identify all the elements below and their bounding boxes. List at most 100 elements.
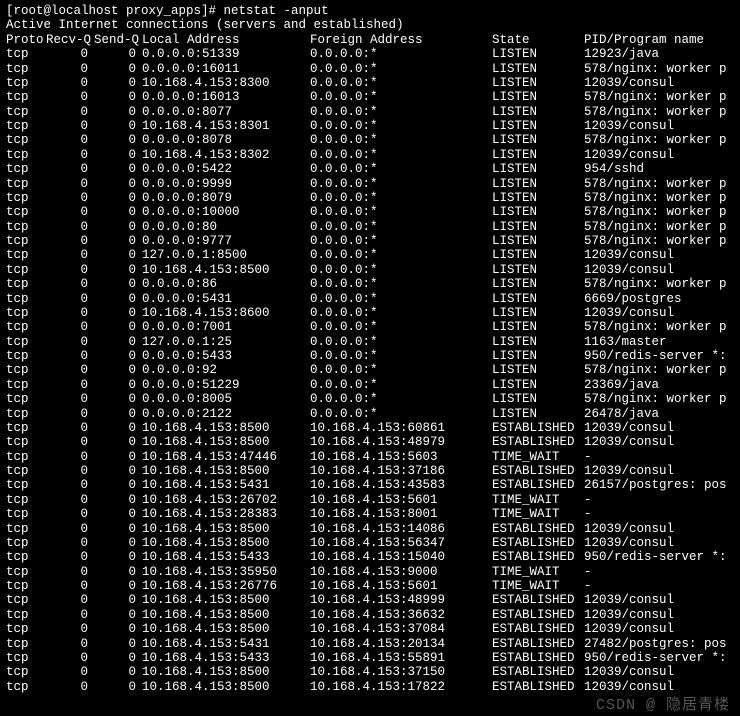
cell-state: LISTEN	[492, 148, 584, 162]
cell-recvq: 0	[46, 435, 94, 449]
table-row: tcp0010.168.4.153:850010.168.4.153:37150…	[6, 665, 734, 679]
table-row: tcp0010.168.4.153:543310.168.4.153:15040…	[6, 550, 734, 564]
cell-pid: 950/redis-server *:	[584, 550, 734, 564]
table-row: tcp000.0.0.0:97770.0.0.0:*LISTEN578/ngin…	[6, 234, 734, 248]
cell-sendq: 0	[94, 522, 142, 536]
cell-local: 0.0.0.0:51339	[142, 47, 310, 61]
cell-pid: 12039/consul	[584, 263, 734, 277]
table-row: tcp0010.168.4.153:543110.168.4.153:43583…	[6, 478, 734, 492]
cell-recvq: 0	[46, 90, 94, 104]
cell-recvq: 0	[46, 234, 94, 248]
cell-pid: 578/nginx: worker p	[584, 205, 734, 219]
cell-recvq: 0	[46, 191, 94, 205]
cell-local: 10.168.4.153:28383	[142, 507, 310, 521]
cell-recvq: 0	[46, 105, 94, 119]
cell-foreign: 10.168.4.153:15040	[310, 550, 492, 564]
cell-proto: tcp	[6, 421, 46, 435]
cell-local: 10.168.4.153:8500	[142, 665, 310, 679]
cell-foreign: 0.0.0.0:*	[310, 220, 492, 234]
cell-recvq: 0	[46, 306, 94, 320]
cell-sendq: 0	[94, 651, 142, 665]
cell-pid: 578/nginx: worker p	[584, 191, 734, 205]
shell-prompt: [root@localhost proxy_apps]#	[6, 4, 224, 18]
cell-proto: tcp	[6, 263, 46, 277]
cell-proto: tcp	[6, 191, 46, 205]
cell-proto: tcp	[6, 133, 46, 147]
cell-sendq: 0	[94, 234, 142, 248]
cell-local: 10.168.4.153:5433	[142, 651, 310, 665]
cell-foreign: 10.168.4.153:56347	[310, 536, 492, 550]
cell-pid: 578/nginx: worker p	[584, 234, 734, 248]
cell-proto: tcp	[6, 177, 46, 191]
cell-foreign: 10.168.4.153:36632	[310, 608, 492, 622]
cell-pid: 26478/java	[584, 407, 734, 421]
cell-local: 10.168.4.153:8500	[142, 608, 310, 622]
cell-recvq: 0	[46, 47, 94, 61]
cell-local: 0.0.0.0:92	[142, 363, 310, 377]
cell-foreign: 0.0.0.0:*	[310, 306, 492, 320]
cell-pid: 950/redis-server *:	[584, 651, 734, 665]
cell-local: 0.0.0.0:5433	[142, 349, 310, 363]
cell-state: LISTEN	[492, 263, 584, 277]
cell-proto: tcp	[6, 306, 46, 320]
cell-sendq: 0	[94, 62, 142, 76]
cell-pid: 578/nginx: worker p	[584, 90, 734, 104]
cell-foreign: 0.0.0.0:*	[310, 191, 492, 205]
table-body: tcp000.0.0.0:513390.0.0.0:*LISTEN12923/j…	[6, 47, 734, 694]
cell-pid: 12039/consul	[584, 608, 734, 622]
cell-proto: tcp	[6, 90, 46, 104]
cell-foreign: 0.0.0.0:*	[310, 162, 492, 176]
cell-pid: 1163/master	[584, 335, 734, 349]
cell-pid: 12039/consul	[584, 148, 734, 162]
cell-local: 127.0.0.1:25	[142, 335, 310, 349]
cell-foreign: 10.168.4.153:43583	[310, 478, 492, 492]
cell-local: 10.168.4.153:8500	[142, 464, 310, 478]
cell-proto: tcp	[6, 162, 46, 176]
cell-pid: 26157/postgres: pos	[584, 478, 734, 492]
cell-proto: tcp	[6, 493, 46, 507]
cell-pid: -	[584, 450, 734, 464]
cell-sendq: 0	[94, 306, 142, 320]
cell-local: 0.0.0.0:9777	[142, 234, 310, 248]
cell-local: 0.0.0.0:8077	[142, 105, 310, 119]
cell-foreign: 0.0.0.0:*	[310, 148, 492, 162]
cell-sendq: 0	[94, 349, 142, 363]
cell-sendq: 0	[94, 363, 142, 377]
header-foreign: Foreign Address	[310, 33, 492, 47]
cell-foreign: 0.0.0.0:*	[310, 47, 492, 61]
cell-recvq: 0	[46, 335, 94, 349]
table-row: tcp0010.168.4.153:543310.168.4.153:55891…	[6, 651, 734, 665]
cell-proto: tcp	[6, 148, 46, 162]
cell-sendq: 0	[94, 593, 142, 607]
cell-sendq: 0	[94, 191, 142, 205]
cell-sendq: 0	[94, 248, 142, 262]
cell-proto: tcp	[6, 277, 46, 291]
cell-proto: tcp	[6, 637, 46, 651]
cell-proto: tcp	[6, 320, 46, 334]
cell-sendq: 0	[94, 148, 142, 162]
cell-state: LISTEN	[492, 407, 584, 421]
cell-recvq: 0	[46, 378, 94, 392]
table-row: tcp0010.168.4.153:85000.0.0.0:*LISTEN120…	[6, 263, 734, 277]
cell-proto: tcp	[6, 292, 46, 306]
cell-proto: tcp	[6, 608, 46, 622]
cell-recvq: 0	[46, 292, 94, 306]
cell-sendq: 0	[94, 536, 142, 550]
cell-recvq: 0	[46, 148, 94, 162]
cell-proto: tcp	[6, 665, 46, 679]
cell-proto: tcp	[6, 392, 46, 406]
table-row: tcp0010.168.4.153:850010.168.4.153:17822…	[6, 680, 734, 694]
cell-local: 10.168.4.153:5433	[142, 550, 310, 564]
cell-proto: tcp	[6, 435, 46, 449]
cell-recvq: 0	[46, 579, 94, 593]
cell-pid: 12039/consul	[584, 536, 734, 550]
cell-state: TIME_WAIT	[492, 450, 584, 464]
cell-foreign: 10.168.4.153:55891	[310, 651, 492, 665]
cell-pid: 12039/consul	[584, 119, 734, 133]
table-row: tcp000.0.0.0:70010.0.0.0:*LISTEN578/ngin…	[6, 320, 734, 334]
cell-pid: 578/nginx: worker p	[584, 177, 734, 191]
header-state: State	[492, 33, 584, 47]
cell-sendq: 0	[94, 90, 142, 104]
cell-pid: 578/nginx: worker p	[584, 363, 734, 377]
cell-local: 10.168.4.153:35950	[142, 565, 310, 579]
